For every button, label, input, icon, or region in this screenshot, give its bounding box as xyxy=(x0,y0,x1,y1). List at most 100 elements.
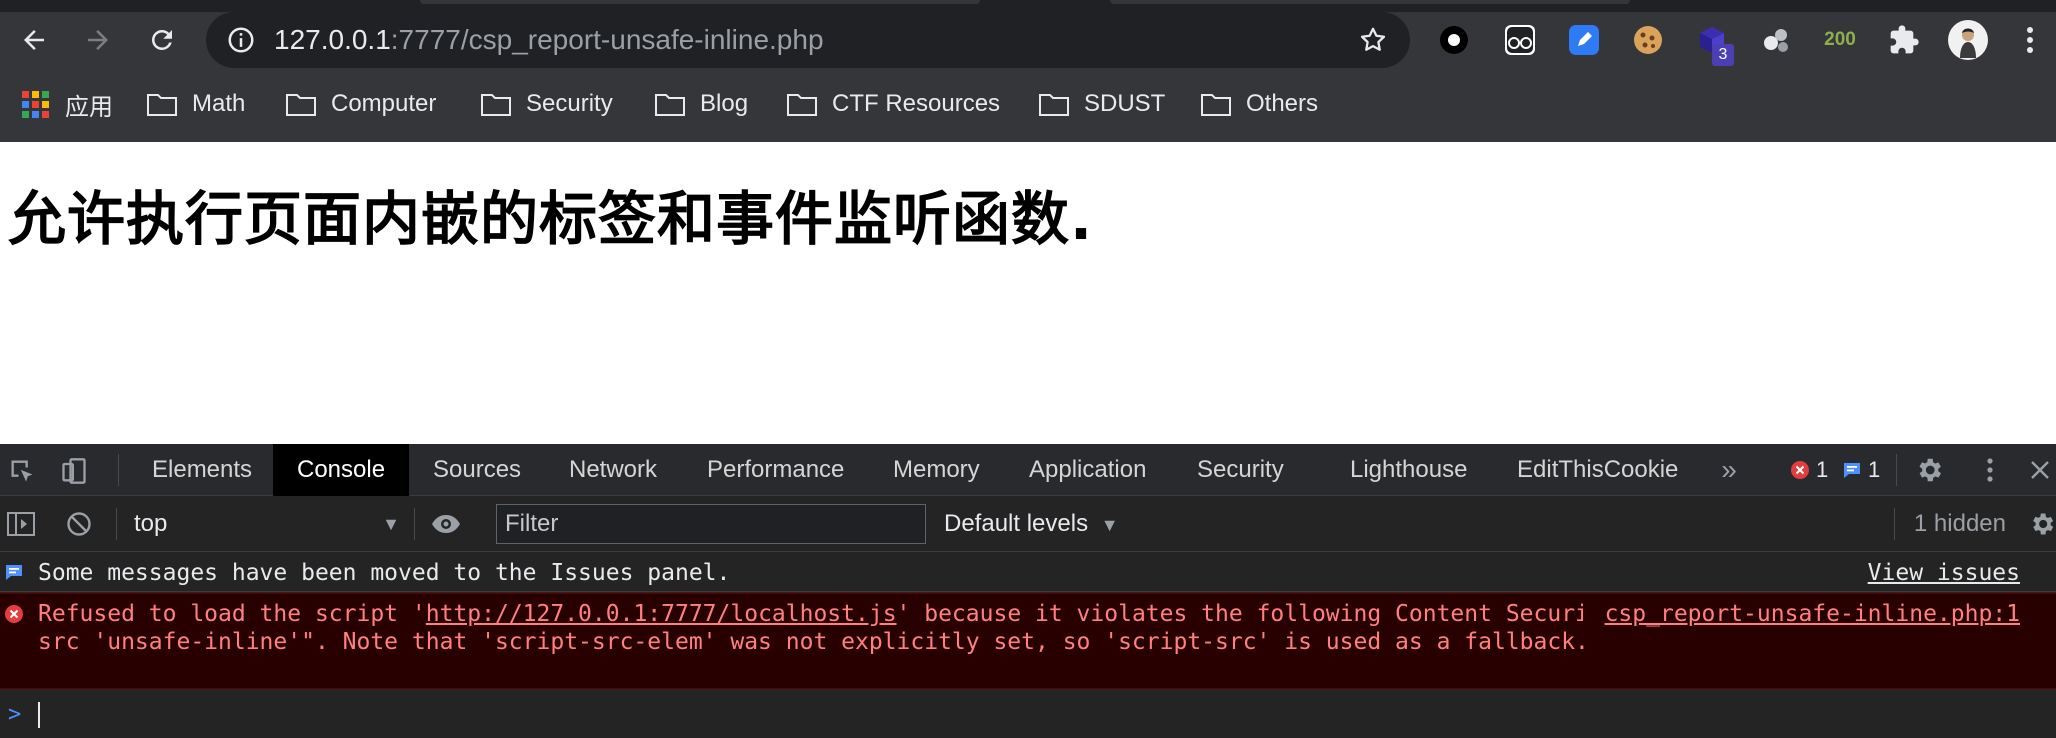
dropdown-arrow-icon: ▼ xyxy=(1100,515,1119,535)
page-content: 允许执行页面内嵌的标签和事件监听函数. xyxy=(0,142,2056,444)
bookmark-folder-others[interactable]: Others xyxy=(1200,84,1318,124)
live-expression-eye-icon[interactable] xyxy=(428,509,464,539)
sidebar-toggle-icon[interactable] xyxy=(6,509,36,539)
tab-network[interactable]: Network xyxy=(545,444,681,496)
prompt-chevron-icon: > xyxy=(8,702,22,727)
separator xyxy=(1896,454,1897,486)
context-value: top xyxy=(134,510,168,537)
extension-cookie-icon[interactable] xyxy=(1628,20,1668,60)
extension-glasses-icon[interactable] xyxy=(1500,20,1540,60)
tab-editthiscookie[interactable]: EditThisCookie xyxy=(1493,444,1702,496)
profile-avatar[interactable] xyxy=(1948,20,1988,60)
folder-icon xyxy=(787,94,817,116)
tab-lighthouse[interactable]: Lighthouse xyxy=(1326,444,1491,496)
error-script-url-link[interactable]: http://127.0.0.1:7777/localhost.js xyxy=(426,601,897,627)
forward-button[interactable] xyxy=(74,16,122,64)
bookmark-folder-sdust[interactable]: SDUST xyxy=(1038,84,1165,124)
console-prompt[interactable]: > xyxy=(0,690,2056,738)
more-tabs-chevron-icon[interactable]: » xyxy=(1712,454,1746,486)
bookmark-label: Math xyxy=(192,90,246,117)
filter-input[interactable] xyxy=(496,504,926,544)
extension-pen-icon[interactable] xyxy=(1564,20,1604,60)
address-bar[interactable]: 127.0.0.1:7777/csp_report-unsafe-inline.… xyxy=(206,12,1410,68)
menu-kebab-icon[interactable] xyxy=(2012,20,2048,60)
context-select[interactable]: top ▼ xyxy=(134,506,400,542)
bookmark-folder-ctf-resources[interactable]: CTF Resources xyxy=(786,84,1000,124)
browser-chrome: 127.0.0.1:7777/csp_report-unsafe-inline.… xyxy=(0,0,2056,142)
close-icon[interactable] xyxy=(2024,454,2056,486)
extension-bubbles-icon[interactable] xyxy=(1756,20,1796,60)
tab-security[interactable]: Security xyxy=(1173,444,1308,496)
bookmark-star-icon[interactable] xyxy=(1358,25,1388,55)
bookmark-folder-security[interactable]: Security xyxy=(480,84,613,124)
url-text: 127.0.0.1:7777/csp_report-unsafe-inline.… xyxy=(274,25,824,55)
info-icon[interactable] xyxy=(226,25,256,55)
inspect-element-icon[interactable] xyxy=(6,455,38,487)
bookmark-label: Others xyxy=(1246,90,1319,117)
error-icon xyxy=(1791,461,1809,479)
extension-cube-icon[interactable]: 3 xyxy=(1692,20,1734,66)
info-message-text: Some messages have been moved to the Iss… xyxy=(38,560,731,586)
separator xyxy=(116,508,117,540)
tab-application[interactable]: Application xyxy=(1005,444,1170,496)
tab-console[interactable]: Console xyxy=(273,444,410,496)
error-counter[interactable]: 1 xyxy=(1790,456,1828,484)
folder-icon xyxy=(286,94,316,116)
clear-console-icon[interactable] xyxy=(64,509,94,539)
reload-icon xyxy=(152,30,172,50)
message-icon xyxy=(1844,463,1860,478)
bookmark-label: Blog xyxy=(700,90,749,117)
bookmark-apps[interactable]: 应用 xyxy=(22,84,113,124)
url-host: 127.0.0.1 xyxy=(274,24,391,55)
folder-icon xyxy=(481,94,511,116)
reload-button[interactable] xyxy=(138,16,186,64)
apps-grid-icon xyxy=(22,90,49,118)
folder-icon xyxy=(1201,94,1231,116)
tab-sources[interactable]: Sources xyxy=(409,444,545,496)
device-toolbar-icon[interactable] xyxy=(58,455,90,487)
bookmark-label: Security xyxy=(526,90,613,117)
back-button[interactable] xyxy=(10,16,58,64)
log-levels-dropdown[interactable]: Default levels ▼ xyxy=(944,506,1119,542)
bookmark-folder-computer[interactable]: Computer xyxy=(285,84,436,124)
log-levels-label: Default levels xyxy=(944,510,1089,537)
extension-circle-icon[interactable] xyxy=(1434,20,1474,60)
arrow-left-icon xyxy=(24,30,44,50)
console-error-message: Refused to load the script 'http://127.0… xyxy=(0,593,2056,689)
folder-icon xyxy=(655,94,685,116)
tab-strip xyxy=(0,0,2056,12)
separator xyxy=(414,508,415,540)
console-settings-gear-icon[interactable] xyxy=(2028,509,2056,539)
separator xyxy=(1894,508,1895,540)
extension-200-icon[interactable]: 200 xyxy=(1818,20,1862,60)
bookmark-label: Computer xyxy=(331,90,437,117)
customize-kebab-icon[interactable] xyxy=(1976,454,2004,486)
message-icon xyxy=(6,565,22,580)
error-source-link[interactable]: csp_report-unsafe-inline.php:1 xyxy=(1582,600,2020,628)
view-issues-link[interactable]: View issues xyxy=(1868,560,2020,586)
console-toolbar: top ▼ Default levels ▼ 1 hidden xyxy=(0,496,2056,552)
error-count: 1 xyxy=(1816,457,1829,482)
devtools-panel: Elements Console Sources Network Perform… xyxy=(0,444,2056,738)
console-info-message: Some messages have been moved to the Iss… xyxy=(0,552,2056,592)
tab[interactable] xyxy=(420,0,980,4)
text-caret xyxy=(38,702,40,728)
bookmark-apps-label: 应用 xyxy=(65,93,113,121)
settings-gear-icon[interactable] xyxy=(1912,454,1946,486)
dropdown-arrow-icon: ▼ xyxy=(382,514,400,534)
extensions-puzzle-icon[interactable] xyxy=(1884,20,1924,60)
issues-counter[interactable]: 1 xyxy=(1842,456,1880,484)
tab-elements[interactable]: Elements xyxy=(128,444,276,496)
error-icon xyxy=(5,605,23,623)
tab[interactable] xyxy=(1110,0,1630,4)
extension-badge: 3 xyxy=(1712,44,1734,66)
arrow-right-icon xyxy=(88,30,108,50)
tab-memory[interactable]: Memory xyxy=(869,444,1004,496)
bookmark-folder-math[interactable]: Math xyxy=(146,84,245,124)
url-path: :7777/csp_report-unsafe-inline.php xyxy=(390,24,824,55)
bookmark-folder-blog[interactable]: Blog xyxy=(654,84,748,124)
extension-200-label: 200 xyxy=(1824,29,1856,50)
folder-icon xyxy=(147,94,177,116)
bookmark-label: CTF Resources xyxy=(832,90,1001,117)
tab-performance[interactable]: Performance xyxy=(683,444,868,496)
